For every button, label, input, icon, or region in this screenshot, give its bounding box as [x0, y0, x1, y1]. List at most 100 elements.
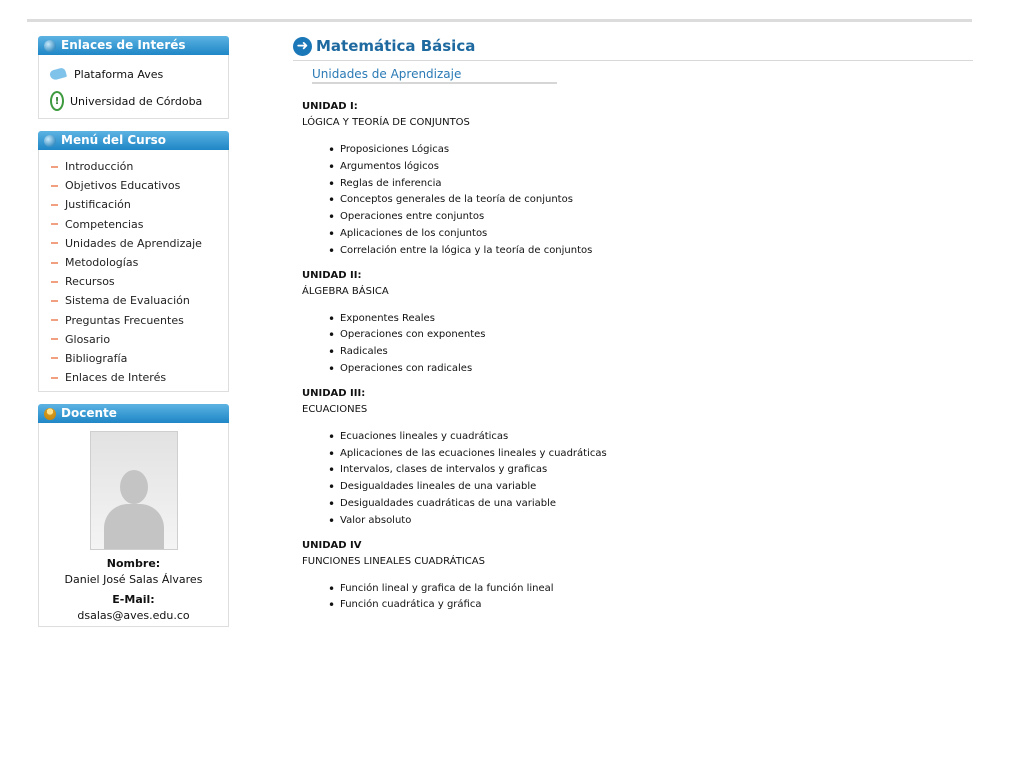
teacher-name: Daniel José Salas Álvares — [64, 573, 203, 587]
email-label: E-Mail: — [112, 593, 155, 607]
menu-item-label[interactable]: Recursos — [65, 275, 115, 288]
menu-item[interactable]: Recursos — [39, 272, 228, 291]
topic-list: Función lineal y grafica de la función l… — [302, 581, 973, 615]
unit-heading: UNIDAD I: — [302, 101, 358, 112]
bullet-dash-icon — [51, 376, 58, 379]
link-label[interactable]: Universidad de Córdoba — [70, 95, 202, 108]
link-label[interactable]: Plataforma Aves — [74, 68, 163, 81]
arrow-right-circle-icon: ➜ — [293, 36, 312, 56]
unit-title: LÓGICA Y TEORÍA DE CONJUNTOS — [302, 117, 470, 128]
avatar-head — [119, 470, 148, 505]
topic-item: Ecuaciones lineales y cuadráticas — [328, 429, 973, 446]
topic-item: Radicales — [328, 344, 973, 361]
unit-section: UNIDAD III: ECUACIONES Ecuaciones lineales… — [302, 388, 973, 530]
menu-item[interactable]: Competencias — [39, 215, 228, 234]
unit-section: UNIDAD I: LÓGICA Y TEORÍA DE CONJUNTOS Pro… — [302, 101, 973, 260]
topic-item: Operaciones con radicales — [328, 361, 973, 378]
menu-item-label[interactable]: Competencias — [65, 218, 144, 231]
menu-item-label[interactable]: Enlaces de Interés — [65, 371, 166, 384]
docente-box: Docente Nombre: Daniel José Salas Álvare… — [38, 404, 229, 628]
docente-body: Nombre: Daniel José Salas Álvares E-Mail… — [38, 423, 229, 628]
topic-item: Correlación entre la lógica y la teoría … — [328, 243, 973, 260]
bullet-dash-icon — [51, 184, 58, 187]
topic-item: Intervalos, clases de intervalos y grafi… — [328, 462, 973, 479]
menu-item[interactable]: Preguntas Frecuentes — [39, 311, 228, 330]
topic-item: Operaciones con exponentes — [328, 327, 973, 344]
unit-heading: UNIDAD III: — [302, 387, 366, 399]
user-icon — [44, 407, 56, 420]
topic-item: Aplicaciones de los conjuntos — [328, 226, 973, 243]
topic-item: Proposiciones Lógicas — [328, 142, 973, 159]
university-logo-icon: ! — [50, 91, 64, 111]
units-list: UNIDAD I: LÓGICA Y TEORÍA DE CONJUNTOS Pro… — [302, 101, 973, 614]
topic-list: Ecuaciones lineales y cuadráticasAplicac… — [302, 429, 973, 530]
links-box-title: Enlaces de Interés — [61, 38, 186, 52]
topic-item: Operaciones entre conjuntos — [328, 209, 973, 226]
unit-heading: UNIDAD IV — [302, 539, 362, 551]
bird-icon — [50, 67, 68, 81]
menu-item-label[interactable]: Justificación — [65, 198, 131, 211]
menu-item-label[interactable]: Glosario — [65, 333, 110, 346]
menu-item[interactable]: Justificación — [39, 195, 228, 214]
bullet-dash-icon — [51, 165, 58, 168]
menu-box: Menú del Curso Introducción Objetivos Edu… — [38, 131, 229, 393]
menu-item[interactable]: Unidades de Aprendizaje — [39, 234, 228, 253]
link-universidad-cordoba[interactable]: ! Universidad de Córdoba — [39, 91, 202, 111]
menu-item-label[interactable]: Objetivos Educativos — [65, 179, 180, 192]
topic-list: Exponentes RealesOperaciones con exponen… — [302, 311, 973, 378]
docente-box-header: Docente — [38, 404, 229, 424]
menu-item-label[interactable]: Metodologías — [65, 256, 138, 269]
main-content: ➜ Matemática Básica Unidades de Aprendiz… — [293, 34, 973, 624]
unit-section: UNIDAD IV FUNCIONES LINEALES CUADRÁTICAS F… — [302, 540, 973, 615]
bullet-dash-icon — [51, 357, 58, 360]
topic-item: Exponentes Reales — [328, 311, 973, 328]
globe-icon — [44, 39, 56, 52]
topic-item: Reglas de inferencia — [328, 176, 973, 193]
topic-list: Proposiciones LógicasArgumentos lógicosR… — [302, 142, 973, 260]
links-box-header: Enlaces de Interés — [38, 36, 229, 55]
menu-item[interactable]: Introducción — [39, 157, 228, 176]
bullet-dash-icon — [51, 203, 58, 206]
link-plataforma-aves[interactable]: Plataforma Aves — [39, 64, 163, 84]
unit-title: ECUACIONES — [302, 403, 368, 415]
topic-item: Desigualdades cuadráticas de una variabl… — [328, 496, 973, 513]
menu-item[interactable]: Metodologías — [39, 253, 228, 272]
page-title: Matemática Básica — [316, 37, 476, 55]
name-label: Nombre: — [106, 557, 161, 571]
topic-item: Función lineal y grafica de la función l… — [328, 581, 973, 598]
teacher-email[interactable]: dsalas@aves.edu.co — [39, 609, 228, 622]
unit-title: FUNCIONES LINEALES CUADRÁTICAS — [302, 555, 485, 567]
bullet-dash-icon — [51, 261, 58, 264]
unit-title: ÁLGEBRA BÁSICA — [302, 285, 389, 297]
menu-item[interactable]: Sistema de Evaluación — [39, 291, 228, 310]
menu-list: Introducción Objetivos Educativos Justific… — [38, 150, 229, 393]
menu-item[interactable]: Enlaces de Interés — [39, 368, 228, 387]
topic-item: Valor absoluto — [328, 513, 973, 530]
menu-box-header: Menú del Curso — [38, 131, 229, 150]
topic-item: Función cuadrática y gráfica — [328, 597, 973, 614]
bullet-dash-icon — [51, 280, 58, 283]
unit-section: UNIDAD II: ÁLGEBRA BÁSICA Exponentes Reale… — [302, 270, 973, 378]
menu-item[interactable]: Bibliografía — [39, 349, 228, 368]
topic-item: Argumentos lógicos — [328, 159, 973, 176]
topic-item: Conceptos generales de la teoría de conj… — [328, 192, 973, 209]
top-divider — [27, 19, 972, 22]
menu-item[interactable]: Glosario — [39, 330, 228, 349]
bullet-dash-icon — [51, 338, 58, 341]
globe-icon — [44, 134, 56, 147]
bullet-dash-icon — [51, 223, 58, 226]
menu-item-label[interactable]: Bibliografía — [65, 352, 127, 365]
unit-heading: UNIDAD II: — [302, 269, 362, 281]
title-row: ➜ Matemática Básica — [293, 34, 973, 58]
bullet-dash-icon — [51, 299, 58, 302]
menu-item-label[interactable]: Preguntas Frecuentes — [65, 314, 184, 327]
menu-item-label[interactable]: Sistema de Evaluación — [65, 294, 190, 307]
menu-item-label[interactable]: Introducción — [65, 160, 133, 173]
avatar-body — [103, 504, 164, 550]
sidebar: Enlaces de Interés Plataforma Aves ! Uni… — [38, 36, 229, 628]
menu-item[interactable]: Objetivos Educativos — [39, 176, 228, 195]
menu-item-label[interactable]: Unidades de Aprendizaje — [65, 237, 202, 250]
docente-box-title: Docente — [61, 406, 117, 421]
section-subtitle: Unidades de Aprendizaje — [312, 67, 557, 84]
topic-item: Desigualdades lineales de una variable — [328, 479, 973, 496]
